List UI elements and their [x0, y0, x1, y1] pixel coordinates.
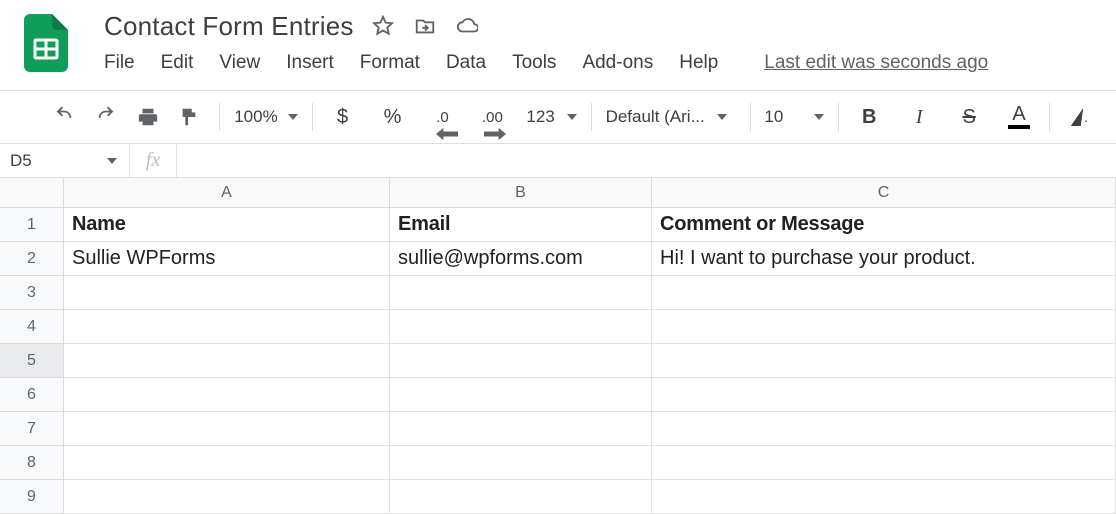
undo-button[interactable] — [48, 101, 80, 133]
row-header-1[interactable]: 1 — [0, 208, 64, 242]
cell-B9[interactable] — [390, 480, 652, 514]
cell-C9[interactable] — [652, 480, 1116, 514]
cell-A6[interactable] — [64, 378, 390, 412]
chevron-down-icon — [567, 114, 577, 120]
cell-A3[interactable] — [64, 276, 390, 310]
col-header-A[interactable]: A — [64, 178, 390, 208]
col-header-B[interactable]: B — [390, 178, 652, 208]
cell-C2[interactable]: Hi! I want to purchase your product. — [652, 242, 1116, 276]
row-header-5[interactable]: 5 — [0, 344, 64, 378]
bold-button[interactable]: B — [853, 101, 885, 133]
cell-B8[interactable] — [390, 446, 652, 480]
percent-button[interactable]: % — [376, 101, 408, 133]
font-size-select[interactable]: 10 — [764, 107, 824, 127]
menu-file[interactable]: File — [104, 52, 135, 74]
menu-help[interactable]: Help — [679, 52, 718, 74]
menu-data[interactable]: Data — [446, 52, 486, 74]
cell-B7[interactable] — [390, 412, 652, 446]
cell-C4[interactable] — [652, 310, 1116, 344]
font-name: Default (Ari... — [606, 107, 705, 127]
cloud-status-icon[interactable] — [456, 15, 478, 37]
menu-edit[interactable]: Edit — [161, 52, 194, 74]
fill-color-button[interactable]: . — [1064, 101, 1096, 133]
cell-A2[interactable]: Sullie WPForms — [64, 242, 390, 276]
menu-tools[interactable]: Tools — [512, 52, 556, 74]
cell-B2[interactable]: sullie@wpforms.com — [390, 242, 652, 276]
menu-format[interactable]: Format — [360, 52, 420, 74]
paint-format-button[interactable] — [173, 101, 205, 133]
font-select[interactable]: Default (Ari... — [606, 107, 736, 127]
row-header-8[interactable]: 8 — [0, 446, 64, 480]
menu-bar: File Edit View Insert Format Data Tools … — [104, 44, 1116, 74]
cell-A8[interactable] — [64, 446, 390, 480]
menu-insert[interactable]: Insert — [286, 52, 334, 74]
cell-A5[interactable] — [64, 344, 390, 378]
row-header-4[interactable]: 4 — [0, 310, 64, 344]
zoom-select[interactable]: 100% — [234, 107, 297, 127]
cell-B1[interactable]: Email — [390, 208, 652, 242]
decrease-decimal-button[interactable]: .0 — [426, 101, 458, 133]
row-header-6[interactable]: 6 — [0, 378, 64, 412]
text-color-button[interactable]: A — [1003, 101, 1035, 133]
cell-C1[interactable]: Comment or Message — [652, 208, 1116, 242]
active-cell-ref: D5 — [10, 151, 32, 171]
cell-A7[interactable] — [64, 412, 390, 446]
menu-addons[interactable]: Add-ons — [582, 52, 653, 74]
cell-C6[interactable] — [652, 378, 1116, 412]
toolbar: 100% $ % .0 .00 123 Default (Ari... 10 B — [0, 91, 1116, 143]
increase-decimal-button[interactable]: .00 — [476, 101, 508, 133]
cell-B3[interactable] — [390, 276, 652, 310]
chevron-down-icon — [814, 114, 824, 120]
chevron-down-icon — [288, 114, 298, 120]
cell-A1[interactable]: Name — [64, 208, 390, 242]
row-header-2[interactable]: 2 — [0, 242, 64, 276]
formula-bar-input[interactable] — [176, 144, 1116, 177]
strikethrough-button[interactable]: S — [953, 101, 985, 133]
cell-C8[interactable] — [652, 446, 1116, 480]
number-format-select[interactable]: 123 — [526, 107, 576, 127]
row-header-3[interactable]: 3 — [0, 276, 64, 310]
cell-A4[interactable] — [64, 310, 390, 344]
cell-A9[interactable] — [64, 480, 390, 514]
cell-C7[interactable] — [652, 412, 1116, 446]
print-button[interactable] — [132, 101, 164, 133]
redo-button[interactable] — [90, 101, 122, 133]
cell-C3[interactable] — [652, 276, 1116, 310]
last-edit-link[interactable]: Last edit was seconds ago — [764, 52, 988, 74]
menu-view[interactable]: View — [219, 52, 260, 74]
zoom-value: 100% — [234, 107, 277, 127]
doc-title[interactable]: Contact Form Entries — [104, 11, 354, 42]
cell-B5[interactable] — [390, 344, 652, 378]
spreadsheet-grid[interactable]: A B C 1 Name Email Comment or Message 2 … — [0, 178, 1116, 514]
italic-button[interactable]: I — [903, 101, 935, 133]
cell-B6[interactable] — [390, 378, 652, 412]
name-box[interactable]: D5 — [0, 144, 130, 177]
currency-button[interactable]: $ — [327, 101, 359, 133]
col-header-C[interactable]: C — [652, 178, 1116, 208]
move-icon[interactable] — [414, 15, 436, 37]
select-all-corner[interactable] — [0, 178, 64, 208]
cell-C5[interactable] — [652, 344, 1116, 378]
row-header-9[interactable]: 9 — [0, 480, 64, 514]
font-size-value: 10 — [764, 107, 783, 127]
sheets-logo-icon[interactable] — [20, 8, 72, 78]
cell-B4[interactable] — [390, 310, 652, 344]
star-icon[interactable] — [372, 15, 394, 37]
fx-icon: fx — [130, 149, 176, 172]
chevron-down-icon — [717, 114, 727, 120]
chevron-down-icon — [107, 158, 117, 164]
row-header-7[interactable]: 7 — [0, 412, 64, 446]
